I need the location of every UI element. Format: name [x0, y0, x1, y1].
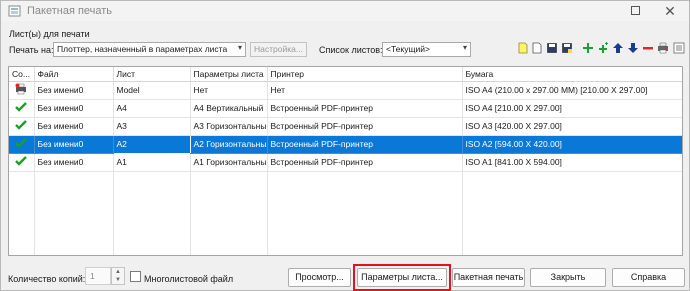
move-down-icon[interactable] — [627, 42, 639, 54]
file-cell: Без имени0 — [34, 135, 114, 154]
window-close-button[interactable]: ✕ — [663, 4, 677, 18]
sheet-list-label: Список листов: — [319, 45, 383, 55]
status-cell — [9, 81, 35, 100]
printer-cell: Встроенный PDF-принтер — [267, 99, 463, 118]
file-cell: Без имени0 — [34, 117, 114, 136]
sheets-to-print-label: Лист(ы) для печати — [9, 29, 90, 39]
maximize-button[interactable] — [628, 4, 642, 18]
multisheet-label: Многолистовой файл — [144, 274, 234, 284]
batch-plot-button[interactable]: Пакетная печать — [452, 268, 525, 287]
window-title: Пакетная печать — [27, 5, 113, 17]
title-bar: Пакетная печать ✕ — [1, 1, 689, 21]
spin-up-icon[interactable]: ▲ — [112, 268, 124, 276]
help-button[interactable]: Справка — [612, 268, 685, 287]
copies-input[interactable]: 1 — [85, 267, 111, 285]
spin-down-icon[interactable]: ▼ — [112, 276, 124, 284]
close-button[interactable]: Закрыть — [530, 268, 606, 287]
move-up-icon[interactable] — [612, 42, 624, 54]
column-header-page-setup[interactable]: Параметры листа — [190, 67, 268, 82]
annotation-highlight-frame — [353, 264, 451, 291]
table-row[interactable]: Без имени0 A3 A3 Горизонтальны Встроенны… — [9, 117, 682, 136]
column-header-status[interactable]: Со... — [9, 67, 35, 82]
printer-cell: Нет — [267, 81, 463, 100]
check-icon — [15, 156, 28, 166]
sheet-cell: A4 — [113, 99, 191, 118]
copies-spinner[interactable]: ▲ ▼ — [111, 267, 125, 285]
paper-cell: ISO A4 (210.00 x 297.00 MM) [210.00 X 29… — [462, 81, 682, 100]
copies-label: Количество копий: — [8, 274, 86, 284]
column-header-paper[interactable]: Бумага — [462, 67, 682, 82]
printer-cell: Встроенный PDF-принтер — [267, 135, 463, 154]
sheet-list-dropdown[interactable]: <Текущий> ▾ — [382, 42, 471, 57]
print-to-label: Печать на: — [9, 45, 54, 55]
table-row[interactable]: Без имени0 A4 A4 Вертикальный Встроенный… — [9, 99, 682, 118]
table-empty-area — [9, 171, 682, 255]
file-cell: Без имени0 — [34, 81, 114, 100]
paper-cell: ISO A3 [420.00 X 297.00] — [462, 117, 682, 136]
sheet-cell: A2 — [112, 134, 191, 154]
column-header-file[interactable]: Файл — [34, 67, 114, 82]
check-icon — [15, 102, 28, 112]
paper-cell: ISO A4 [210.00 X 297.00] — [462, 99, 682, 118]
save-as-sheet-list-icon[interactable] — [561, 42, 573, 54]
plotter-manager-icon[interactable] — [657, 42, 669, 54]
sheet-cell: A1 — [113, 153, 191, 172]
maximize-icon — [630, 6, 640, 15]
check-icon — [15, 120, 28, 130]
sheet-cell: A3 — [113, 117, 191, 136]
batch-plot-dialog: Пакетная печать ✕ Лист(ы) для печати Печ… — [0, 0, 690, 291]
new-sheet-list-icon[interactable] — [517, 42, 529, 54]
printer-dropdown-value: Плоттер, назначенный в параметрах листа — [57, 44, 228, 54]
status-cell — [9, 135, 35, 154]
multisheet-checkbox[interactable] — [130, 271, 141, 282]
page-setup-cell[interactable]: A1 Горизонтальны — [190, 153, 268, 172]
load-sheet-list-icon[interactable] — [531, 42, 543, 54]
page-setup-cell[interactable]: A4 Вертикальный — [190, 99, 268, 118]
chevron-down-icon: ▾ — [237, 43, 242, 52]
printer-cell: Встроенный PDF-принтер — [267, 117, 463, 136]
table-header-row: Со... Файл Лист Параметры листа Принтер … — [9, 67, 682, 82]
sheet-list-value: <Текущий> — [386, 44, 430, 54]
remove-sheets-icon[interactable] — [642, 42, 654, 54]
column-header-sheet[interactable]: Лист — [113, 67, 191, 82]
batch-plot-app-icon — [8, 5, 21, 17]
table-row-selected[interactable]: Без имени0 A2 A2 Горизонтальны Встроенны… — [9, 134, 682, 154]
status-cell — [9, 153, 35, 172]
sheet-cell: Model — [113, 81, 191, 100]
preview-button[interactable]: Просмотр... — [288, 268, 351, 287]
paper-cell: ISO A2 [594.00 X 420.00] — [462, 135, 682, 154]
file-cell: Без имени0 — [34, 153, 114, 172]
plot-icon — [15, 83, 27, 95]
printer-dropdown[interactable]: Плоттер, назначенный в параметрах листа … — [53, 42, 246, 57]
save-sheet-list-icon[interactable] — [546, 42, 558, 54]
page-setup-cell[interactable]: A2 Горизонтальны — [190, 135, 268, 154]
file-cell: Без имени0 — [34, 99, 114, 118]
sheet-list-table[interactable]: Со... Файл Лист Параметры листа Принтер … — [8, 66, 683, 256]
table-row[interactable]: Без имени0 A1 A1 Горизонтальны Встроенны… — [9, 153, 682, 172]
check-icon — [15, 138, 28, 148]
add-layouts-icon[interactable] — [597, 42, 609, 54]
printer-setup-button[interactable]: Настройка... — [250, 42, 307, 57]
add-sheets-icon[interactable] — [582, 42, 594, 54]
status-cell — [9, 99, 35, 118]
page-setup-cell[interactable]: A3 Горизонтальны — [190, 117, 268, 136]
chevron-down-icon: ▾ — [462, 43, 467, 52]
paper-cell: ISO A1 [841.00 X 594.00] — [462, 153, 682, 172]
page-setup-cell[interactable]: Нет — [190, 81, 268, 100]
table-row[interactable]: Без имени0 Model Нет Нет ISO A4 (210.00 … — [9, 81, 682, 100]
status-cell — [9, 117, 35, 136]
more-options-icon[interactable] — [673, 42, 685, 54]
column-header-printer[interactable]: Принтер — [267, 67, 463, 82]
printer-cell: Встроенный PDF-принтер — [267, 153, 463, 172]
